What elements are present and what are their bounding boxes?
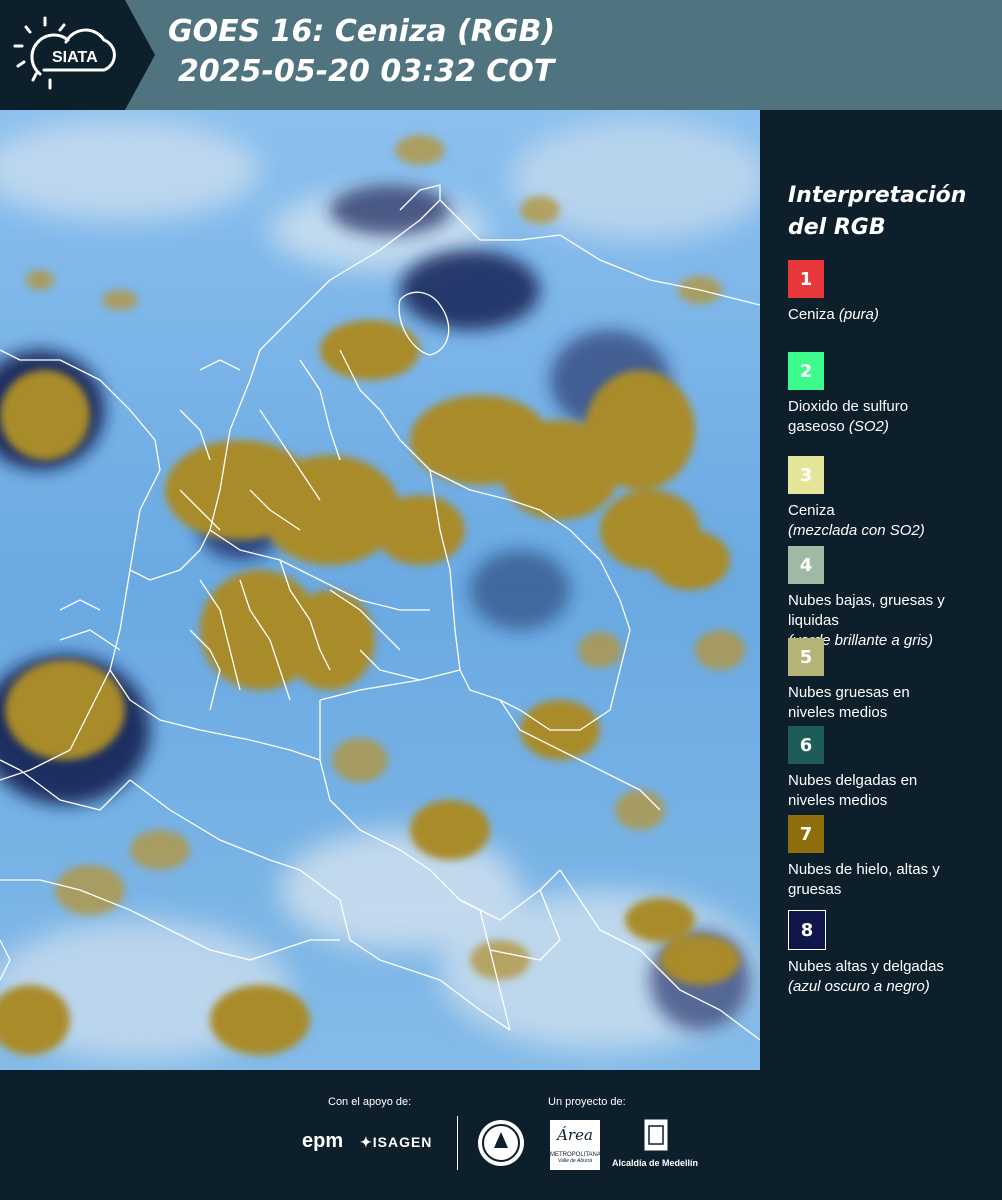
legend-swatch-1: 1 [788, 260, 824, 298]
legend-label-5: Nubes gruesas en niveles medios [788, 683, 998, 723]
legend-label-line: gaseoso [788, 418, 849, 435]
isagen-logo: ✦ISAGEN [360, 1134, 433, 1150]
legend-label-line: Nubes de hielo, altas y [788, 861, 940, 878]
legend-item-7: 7 Nubes de hielo, altas y gruesas [788, 815, 998, 900]
legend-item-1: 1 Ceniza (pura) [788, 260, 998, 325]
title-timestamp: 2025-05-20 03:32 COT [178, 54, 555, 89]
legend-note: (SO2) [848, 418, 889, 435]
alcaldia-logo-text: Alcaldía de Medellín [612, 1158, 699, 1168]
legend-label-line: Nubes gruesas en [788, 684, 910, 701]
legend-swatch-6: 6 [788, 726, 824, 764]
siata-logo: SIATA [0, 0, 155, 110]
legend-label-6: Nubes delgadas en niveles medios [788, 771, 998, 811]
legend-label-line: niveles medios [788, 704, 888, 721]
legend-item-3: 3 Ceniza (mezclada con SO2) [788, 456, 998, 541]
legend-label-1: Ceniza (pura) [788, 305, 998, 325]
legend-label-line: Nubes altas y delgadas [788, 958, 944, 975]
legend-label-line: niveles medios [788, 792, 888, 809]
legend-label-line: liquidas [788, 612, 839, 629]
legend-swatch-5: 5 [788, 638, 824, 676]
logo-text: SIATA [52, 49, 98, 66]
legend-label-3: Ceniza (mezclada con SO2) [788, 501, 998, 541]
isagen-logo-text: ISAGEN [372, 1134, 433, 1150]
legend-title: Interpretación del RGB [788, 180, 966, 244]
header-bar: SIATA GOES 16: Ceniza (RGB) 2025-05-20 0… [0, 0, 1002, 110]
legend-note: (mezclada con SO2) [788, 522, 925, 539]
legend-item-6: 6 Nubes delgadas en niveles medios [788, 726, 998, 811]
legend-panel: Interpretación del RGB 1 Ceniza (pura) 2 Di… [760, 110, 1002, 1070]
epm-logo-text: epm [302, 1130, 344, 1152]
legend-swatch-2: 2 [788, 352, 824, 390]
medellin-seal-icon [478, 1120, 524, 1166]
legend-item-4: 4 Nubes bajas, gruesas y liquidas (verde br… [788, 546, 998, 651]
legend-note: (pura) [838, 306, 879, 323]
legend-label-8: Nubes altas y delgadas (azul oscuro a neg… [788, 957, 998, 997]
legend-item-8: 8 Nubes altas y delgadas (azul oscuro a ne… [788, 910, 998, 997]
legend-label-line: Ceniza [788, 502, 835, 519]
legend-label-7: Nubes de hielo, altas y gruesas [788, 860, 998, 900]
legend-swatch-4: 4 [788, 546, 824, 584]
legend-swatch-3: 3 [788, 456, 824, 494]
legend-title-line1: Interpretación [788, 183, 967, 208]
epm-logo: epm [302, 1130, 343, 1153]
satellite-rgb-map [0, 110, 760, 1070]
project-caption: Un proyecto de: [548, 1096, 626, 1108]
legend-label-line: Dioxido de sulfuro [788, 398, 909, 415]
area-metropolitana-logo: Área METROPOLITANA Valle de Aburrá [550, 1120, 601, 1170]
legend-label-2: Dioxido de sulfuro gaseoso (SO2) [788, 397, 998, 437]
area-logo-text: Área [557, 1126, 593, 1144]
legend-item-5: 5 Nubes gruesas en niveles medios [788, 638, 998, 723]
legend-label-line: Nubes delgadas en [788, 772, 918, 789]
legend-swatch-8: 8 [788, 910, 826, 950]
legend-title-line2: del RGB [788, 215, 886, 240]
legend-label-line: Nubes bajas, gruesas y [788, 592, 945, 609]
legend-swatch-7: 7 [788, 815, 824, 853]
legend-label-line: gruesas [788, 881, 842, 898]
legend-item-2: 2 Dioxido de sulfuro gaseoso (SO2) [788, 352, 998, 437]
support-caption: Con el apoyo de: [328, 1096, 412, 1108]
footer-divider [457, 1116, 458, 1170]
area-logo-sub2: Valle de Aburrá [557, 1158, 593, 1164]
legend-note: (azul oscuro a negro) [788, 978, 930, 995]
alcaldia-shield-icon [644, 1119, 668, 1151]
title-product: GOES 16: Ceniza (RGB) [168, 14, 556, 49]
legend-label-line: Ceniza [788, 306, 839, 323]
footer: Con el apoyo de: Un proyecto de: epm ✦IS… [0, 1070, 1002, 1200]
